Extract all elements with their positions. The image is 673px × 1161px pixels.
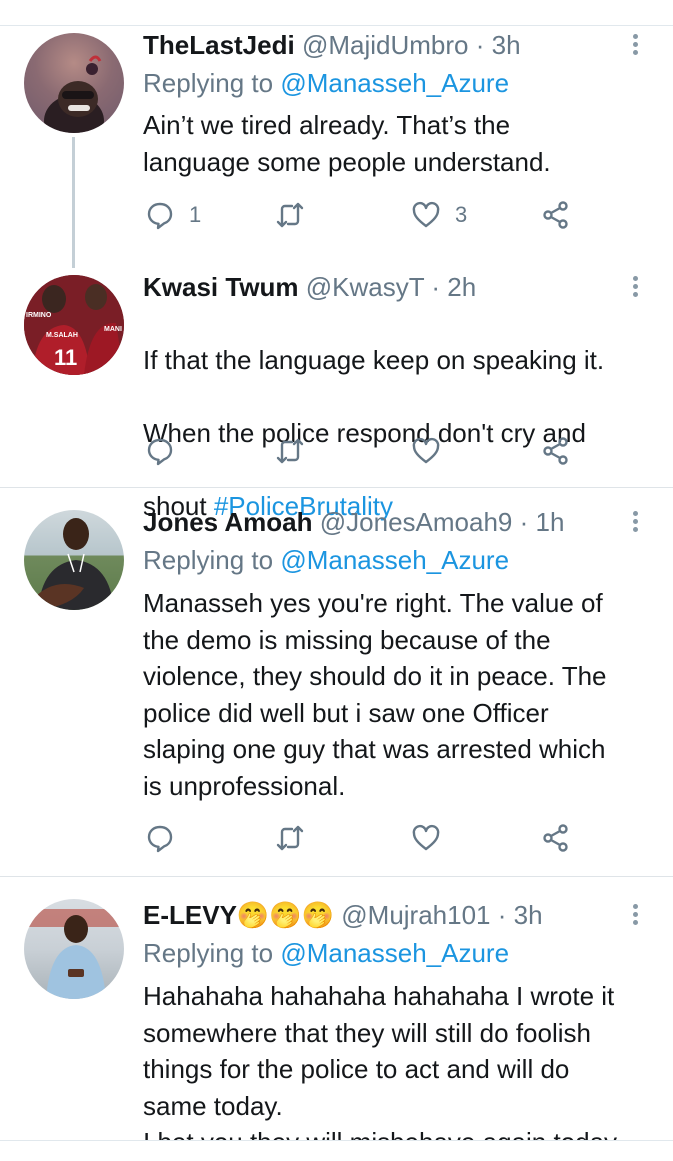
reply-count: 1	[189, 202, 202, 227]
tweet-actions	[143, 821, 573, 855]
thread-connector	[72, 137, 75, 268]
avatar[interactable]	[24, 33, 124, 133]
more-options-icon[interactable]	[628, 31, 642, 58]
tweet-header: Kwasi Twum @KwasyT · 2h	[143, 271, 476, 303]
reply-icon	[147, 825, 173, 853]
more-options-icon[interactable]	[628, 901, 642, 928]
avatar[interactable]	[24, 510, 124, 610]
like-button[interactable]: 3	[411, 198, 467, 232]
tweet-divider	[0, 876, 673, 877]
like-icon	[412, 201, 440, 228]
share-button[interactable]	[541, 198, 571, 232]
replying-to: Replying to @Manasseh_Azure	[143, 937, 509, 969]
tweet-header: TheLastJedi @MajidUmbro · 3h	[143, 29, 521, 61]
tweet-text: Ain’t we tired already. That’s the langu…	[143, 110, 551, 177]
tweet-header: E-LEVY🤭🤭🤭 @Mujrah101 · 3h	[143, 899, 543, 931]
handle[interactable]: @JonesAmoah9	[320, 507, 513, 537]
timestamp: · 3h	[475, 30, 521, 60]
like-icon	[412, 824, 440, 851]
avatar-jersey-number: 11	[54, 345, 77, 370]
display-name[interactable]: Jones Amoah	[143, 507, 313, 537]
like-count: 3	[455, 202, 468, 227]
tweet-text: Manasseh yes you're right. The value of …	[143, 588, 607, 801]
replying-to: Replying to @Manasseh_Azure	[143, 544, 509, 576]
tweet-text-line: If that the language keep on speaking it…	[143, 344, 605, 375]
timestamp: · 2h	[431, 272, 477, 302]
timestamp: · 1h	[519, 507, 565, 537]
tweet-text: Hahahaha hahahaha hahahaha I wrote it so…	[143, 981, 617, 1157]
replying-to-label: Replying to	[143, 938, 281, 968]
avatar-photo	[44, 55, 104, 133]
replying-to: Replying to @Manasseh_Azure	[143, 67, 509, 99]
avatar[interactable]: IRMINO M.SALAH 11 MANI	[24, 275, 124, 375]
replying-to-link[interactable]: @Manasseh_Azure	[280, 68, 509, 98]
reply-icon	[147, 438, 173, 466]
avatar-jersey-side-text: MANI	[104, 326, 122, 333]
display-name[interactable]: E-LEVY🤭🤭🤭	[143, 900, 334, 930]
like-icon	[412, 437, 440, 464]
display-name[interactable]: Kwasi Twum	[143, 272, 299, 302]
share-button[interactable]	[541, 821, 571, 855]
share-icon	[543, 201, 568, 229]
tweet-header: Jones Amoah @JonesAmoah9 · 1h	[143, 506, 564, 538]
share-icon	[543, 824, 568, 852]
replying-to-link[interactable]: @Manasseh_Azure	[280, 938, 509, 968]
avatar-photo	[32, 518, 114, 610]
retweet-icon	[276, 202, 304, 228]
retweet-button[interactable]	[275, 821, 305, 855]
handle[interactable]: @Mujrah101	[341, 900, 490, 930]
share-icon	[543, 437, 568, 465]
avatar-photo: IRMINO M.SALAH 11 MANI	[24, 275, 124, 375]
avatar-jersey-top-text: IRMINO	[26, 312, 52, 319]
retweet-button[interactable]	[275, 434, 305, 468]
retweet-icon	[276, 438, 304, 464]
reply-button[interactable]	[145, 434, 175, 468]
reply-icon	[147, 202, 173, 230]
reply-button[interactable]	[145, 821, 175, 855]
share-button[interactable]	[541, 434, 571, 468]
tweet-actions	[143, 434, 573, 468]
tweet-divider	[0, 487, 673, 488]
replying-to-label: Replying to	[143, 68, 281, 98]
like-button[interactable]	[411, 821, 441, 855]
replying-to-link[interactable]: @Manasseh_Azure	[280, 545, 509, 575]
top-divider	[0, 25, 673, 26]
retweet-icon	[276, 825, 304, 851]
handle[interactable]: @KwasyT	[306, 272, 424, 302]
replying-to-label: Replying to	[143, 545, 281, 575]
avatar-jersey-name: M.SALAH	[46, 332, 78, 339]
retweet-button[interactable]	[275, 198, 319, 232]
timestamp: · 3h	[497, 900, 543, 930]
avatar-photo	[24, 909, 124, 999]
avatar[interactable]	[24, 899, 124, 999]
reply-button[interactable]: 1	[145, 198, 201, 232]
more-options-icon[interactable]	[628, 508, 642, 535]
more-options-icon[interactable]	[628, 273, 642, 300]
like-button[interactable]	[411, 434, 441, 468]
bottom-edge	[0, 1140, 673, 1159]
tweet-actions: 1 3	[143, 198, 573, 232]
display-name[interactable]: TheLastJedi	[143, 30, 295, 60]
handle[interactable]: @MajidUmbro	[302, 30, 469, 60]
